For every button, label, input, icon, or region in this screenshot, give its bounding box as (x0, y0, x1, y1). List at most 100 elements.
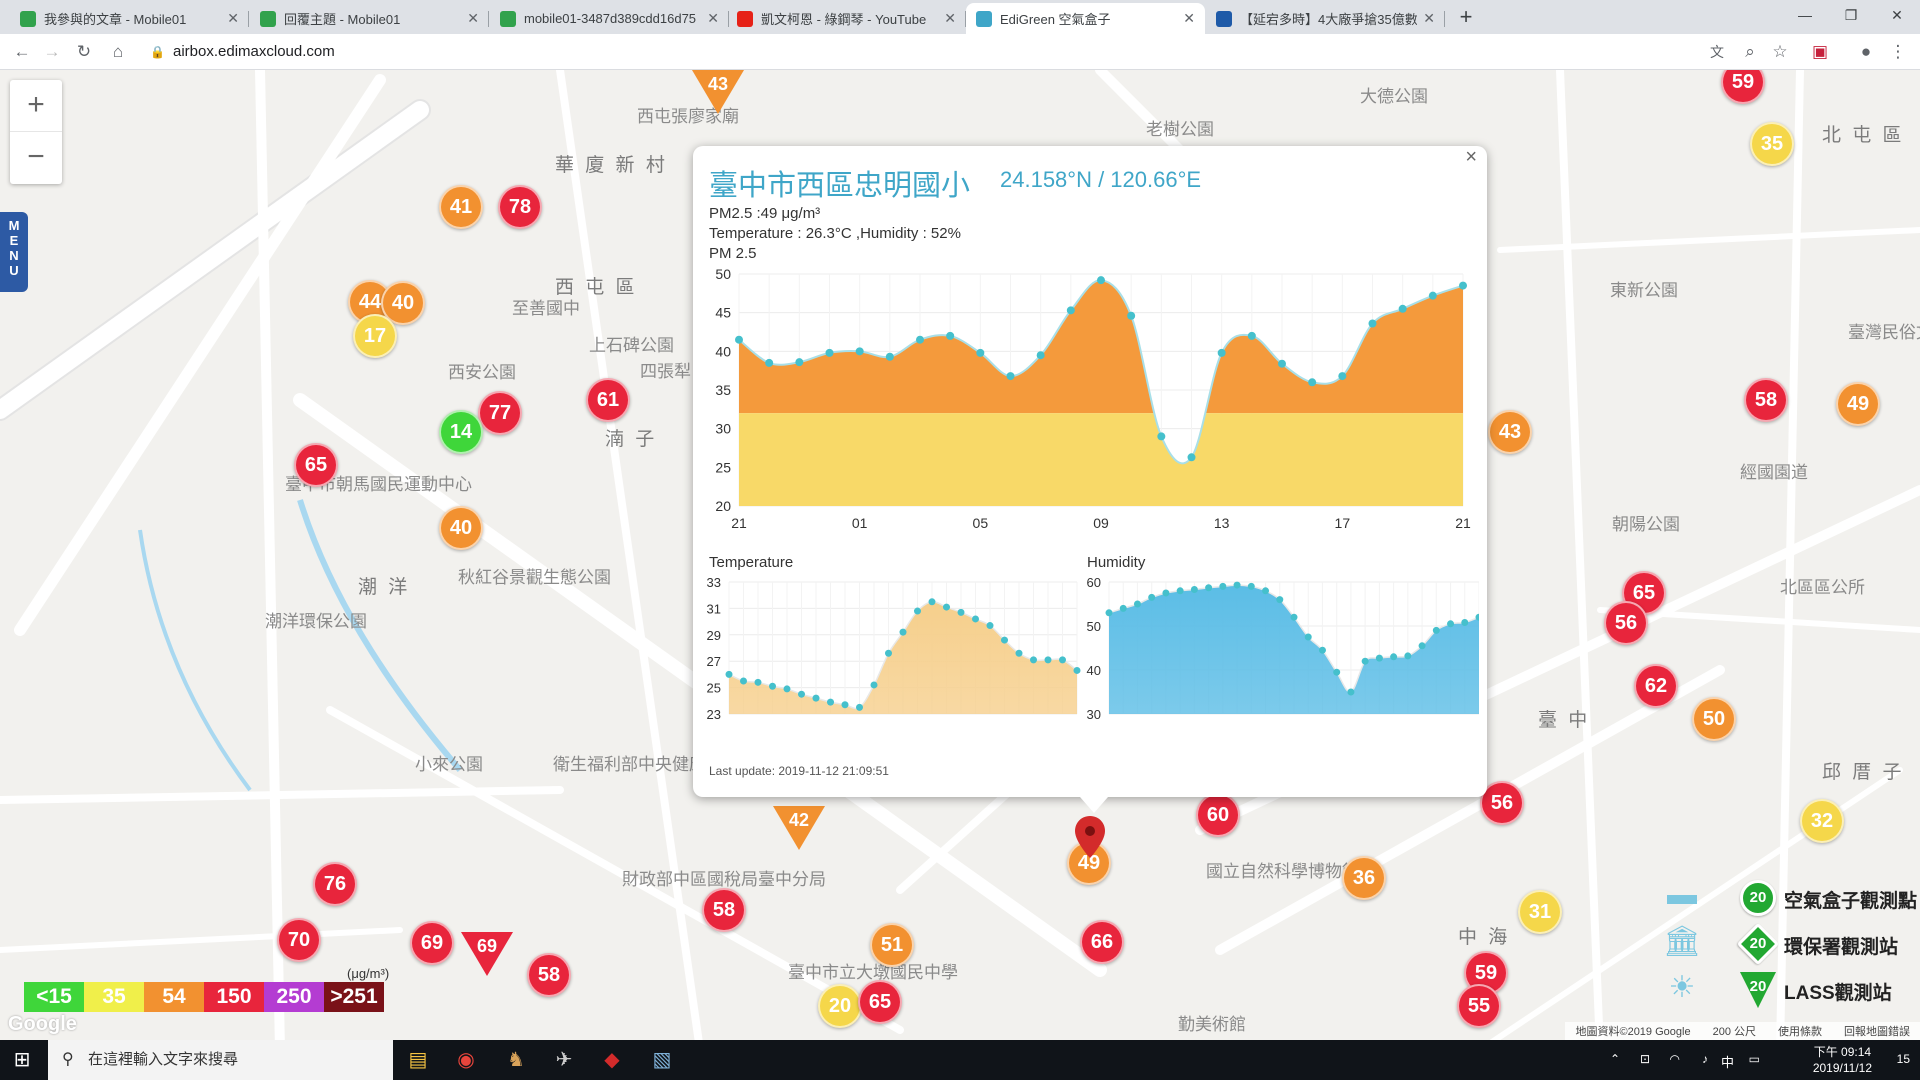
selected-pin-icon[interactable] (1075, 816, 1105, 860)
data-point[interactable] (812, 694, 820, 702)
home-icon[interactable]: ⌂ (104, 38, 132, 66)
data-point[interactable] (1418, 642, 1426, 650)
data-point[interactable] (1127, 311, 1136, 320)
forward-icon[interactable]: → (38, 38, 66, 66)
data-point[interactable] (1347, 688, 1355, 696)
close-window-button[interactable]: ✕ (1874, 0, 1920, 30)
data-point[interactable] (1461, 618, 1469, 626)
data-point[interactable] (1390, 653, 1398, 661)
airbox-marker[interactable]: 31 (1518, 890, 1562, 934)
data-point[interactable] (1278, 359, 1286, 368)
airbox-marker[interactable]: 78 (498, 185, 542, 229)
data-point[interactable] (1190, 585, 1198, 593)
airbox-marker[interactable]: 17 (353, 314, 397, 358)
wifi-icon[interactable]: ◠ (1670, 1052, 1680, 1066)
zoom-out-button[interactable]: − (10, 132, 62, 184)
app-icon-2[interactable]: ✈ (548, 1044, 580, 1076)
airbox-marker[interactable]: 58 (527, 953, 571, 997)
data-point[interactable] (1205, 584, 1213, 592)
data-point[interactable] (725, 670, 733, 678)
airbox-marker[interactable]: 41 (439, 185, 483, 229)
data-point[interactable] (855, 347, 864, 356)
zoom-in-button[interactable]: + (10, 80, 62, 132)
windows-start-icon[interactable]: ⊞ (6, 1044, 38, 1076)
tab-1[interactable]: 回覆主題 - Mobile01 ✕ (250, 3, 489, 34)
popup-close-button[interactable]: × (1465, 146, 1477, 169)
terms-link[interactable]: 使用條款 (1778, 1023, 1822, 1039)
data-point[interactable] (1006, 372, 1015, 381)
data-point[interactable] (1428, 291, 1437, 300)
data-point[interactable] (1066, 306, 1075, 315)
tab-0[interactable]: 我參與的文章 - Mobile01 ✕ (10, 3, 249, 34)
data-point[interactable] (916, 335, 924, 344)
airbox-marker[interactable]: 50 (1692, 697, 1736, 741)
data-point[interactable] (1030, 656, 1037, 664)
data-point[interactable] (783, 685, 791, 693)
data-point[interactable] (1036, 351, 1045, 360)
airbox-marker[interactable]: 36 (1342, 856, 1386, 900)
data-point[interactable] (943, 603, 950, 611)
tray-chevron-icon[interactable]: ⌃ (1610, 1052, 1620, 1066)
keyboard-icon[interactable]: ▭ (1749, 1052, 1760, 1066)
airbox-marker[interactable]: 58 (1744, 378, 1788, 422)
airbox-marker[interactable]: 76 (313, 862, 357, 906)
airbox-marker[interactable]: 77 (478, 391, 522, 435)
data-point[interactable] (1162, 589, 1170, 597)
data-point[interactable] (1015, 649, 1023, 657)
data-point[interactable] (827, 698, 834, 706)
data-point[interactable] (1044, 656, 1052, 664)
legend-airbox[interactable]: ▬ 20 空氣盒子觀測點 (1660, 878, 1920, 918)
reload-icon[interactable]: ↻ (70, 38, 98, 66)
data-point[interactable] (765, 358, 774, 367)
legend-lass[interactable]: ☀ 20 LASS觀測站 (1660, 970, 1920, 1010)
airbox-marker[interactable]: 20 (818, 984, 862, 1028)
data-point[interactable] (1459, 281, 1467, 290)
data-point[interactable] (1247, 582, 1255, 590)
data-point[interactable] (1318, 646, 1326, 654)
airbox-marker[interactable]: 66 (1080, 920, 1124, 964)
google-logo[interactable]: Google (8, 1013, 77, 1036)
app-icon-1[interactable]: ♞ (500, 1044, 532, 1076)
minimize-button[interactable]: — (1782, 0, 1828, 30)
data-point[interactable] (1097, 276, 1105, 285)
data-point[interactable] (769, 682, 776, 690)
data-point[interactable] (754, 678, 762, 686)
data-point[interactable] (1247, 331, 1256, 340)
file-explorer-icon[interactable]: ▤ (402, 1044, 434, 1076)
tab-close-icon[interactable]: ✕ (1183, 10, 1195, 27)
menu-dots-icon[interactable]: ⋮ (1884, 38, 1912, 66)
chrome-icon[interactable]: ◉ (450, 1044, 482, 1076)
taskbar-search[interactable]: ⚲ 在這裡輸入文字來搜尋 (48, 1040, 393, 1080)
airbox-marker[interactable]: 70 (277, 918, 321, 962)
data-point[interactable] (946, 331, 955, 340)
data-point[interactable] (1219, 582, 1227, 590)
data-point[interactable] (1368, 319, 1377, 328)
data-point[interactable] (1157, 432, 1166, 441)
tab-5[interactable]: 【延宕多時】4大廠爭搶35億數 ✕ (1206, 3, 1445, 34)
data-point[interactable] (1375, 654, 1383, 662)
data-point[interactable] (1447, 620, 1455, 628)
tab-close-icon[interactable]: ✕ (707, 10, 719, 27)
airbox-marker[interactable]: 32 (1800, 799, 1844, 843)
data-point[interactable] (1001, 636, 1008, 644)
back-icon[interactable]: ← (8, 38, 36, 66)
tab-close-icon[interactable]: ✕ (944, 10, 956, 27)
bookmark-star-icon[interactable]: ☆ (1766, 38, 1794, 66)
address-bar[interactable]: 🔒 airbox.edimaxcloud.com (140, 37, 1670, 67)
airbox-marker[interactable]: 60 (1196, 793, 1240, 837)
data-point[interactable] (1176, 587, 1184, 595)
airbox-marker[interactable]: 61 (586, 378, 630, 422)
data-point[interactable] (957, 608, 965, 616)
data-point[interactable] (740, 677, 747, 685)
data-point[interactable] (841, 701, 849, 709)
airbox-marker[interactable]: 49 (1836, 382, 1880, 426)
data-point[interactable] (1398, 304, 1407, 313)
airbox-marker[interactable]: 14 (439, 410, 483, 454)
data-point[interactable] (1187, 453, 1196, 462)
maximize-button[interactable]: ❐ (1828, 0, 1874, 30)
data-point[interactable] (885, 649, 892, 657)
data-point[interactable] (1148, 593, 1156, 601)
network-icon[interactable]: ⊡ (1640, 1052, 1650, 1066)
data-point[interactable] (1304, 633, 1312, 641)
airbox-marker[interactable]: 51 (870, 923, 914, 967)
